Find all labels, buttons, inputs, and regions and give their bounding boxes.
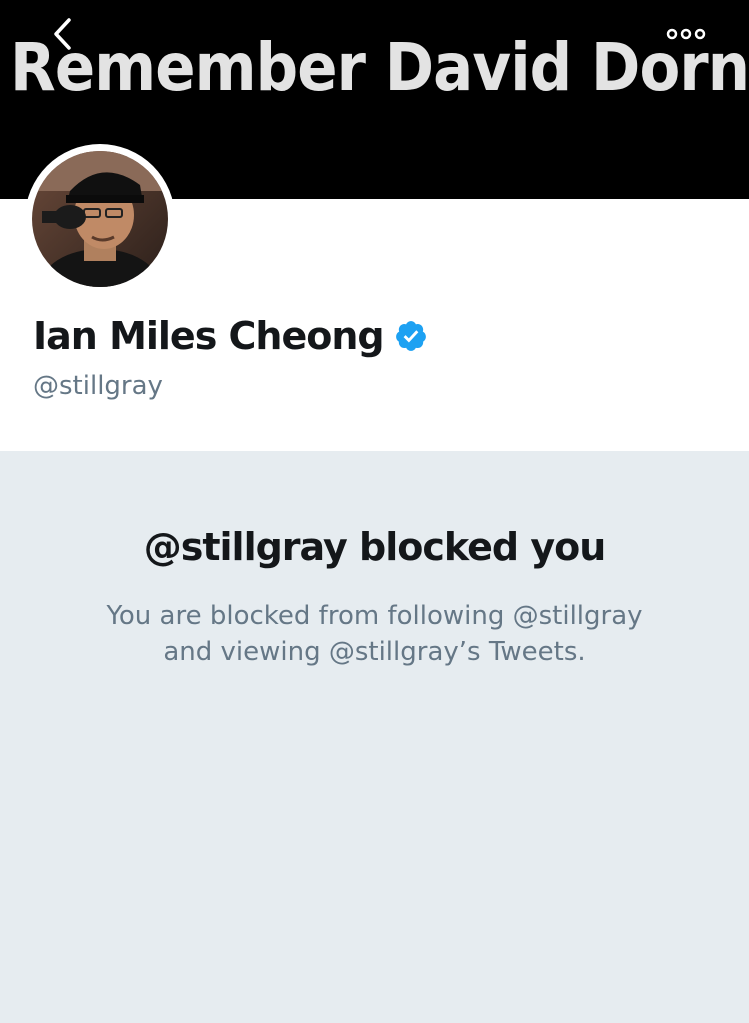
- chevron-left-icon: [54, 18, 71, 50]
- blocked-message: You are blocked from following @stillgra…: [60, 598, 689, 670]
- banner-text: Remember David Dorn: [10, 29, 749, 106]
- more-options-button[interactable]: [660, 16, 712, 52]
- back-button[interactable]: [40, 12, 84, 56]
- blocked-message-line2: and viewing @stillgray’s Tweets.: [163, 637, 586, 667]
- avatar-photo: [32, 151, 168, 287]
- display-name: Ian Miles Cheong: [33, 314, 385, 358]
- name-row: Ian Miles Cheong: [33, 312, 428, 360]
- username-handle: @stillgray: [33, 371, 163, 401]
- more-horizontal-icon: [666, 28, 706, 40]
- blocked-message-line1: You are blocked from following @stillgra…: [106, 601, 643, 631]
- verified-badge-icon: [395, 321, 426, 351]
- avatar[interactable]: [25, 144, 175, 294]
- blocked-title: @stillgray blocked you: [143, 525, 607, 569]
